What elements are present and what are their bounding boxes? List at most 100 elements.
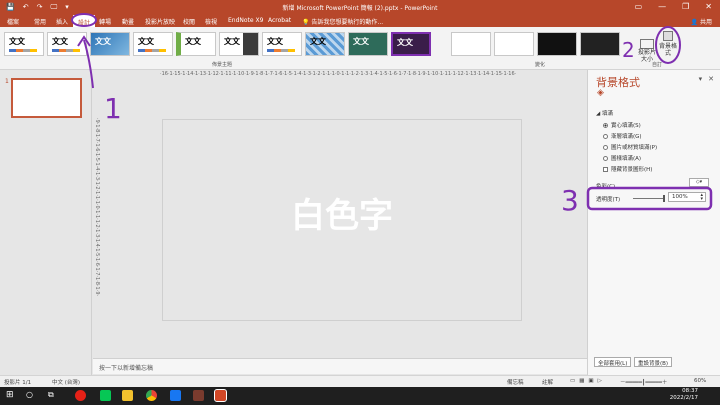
tab-design[interactable]: 設計 bbox=[73, 15, 96, 27]
transparency-value: 100% bbox=[672, 194, 688, 200]
variant-4[interactable] bbox=[580, 32, 620, 56]
option-picture-fill[interactable]: 圖片或材質填滿(P) bbox=[603, 143, 657, 151]
chrome-icon[interactable] bbox=[146, 390, 157, 401]
color-picker-button[interactable]: ◇▾ bbox=[689, 178, 709, 187]
format-background-icon bbox=[663, 31, 673, 41]
variants-group-caption: 變化 bbox=[535, 62, 546, 68]
theme-sample-text: 文文 bbox=[224, 37, 240, 46]
comments-toggle[interactable]: 註解 bbox=[542, 378, 553, 386]
radio-icon bbox=[603, 144, 608, 150]
system-clock[interactable]: 08:37 2022/2/17 bbox=[670, 388, 698, 402]
format-background-button[interactable]: 背景格式 bbox=[657, 31, 679, 57]
slide-size-button[interactable]: 投影片大小 bbox=[636, 39, 658, 63]
theme-office[interactable]: 文文 bbox=[4, 32, 44, 56]
design-ribbon: 文文 文文 文文 文文 文文 文文 文文 文文 文文 文文 佈景主題 變化 投影… bbox=[0, 27, 720, 70]
slider-thumb[interactable] bbox=[663, 195, 665, 202]
theme-5[interactable]: 文文 bbox=[176, 32, 216, 56]
tab-insert[interactable]: 插入 bbox=[56, 17, 68, 26]
tab-animations[interactable]: 動畫 bbox=[122, 17, 134, 26]
theme-4[interactable]: 文文 bbox=[133, 32, 173, 56]
theme-sample-text: 文文 bbox=[397, 38, 413, 47]
slide-canvas[interactable]: 白色字 bbox=[162, 119, 522, 321]
theme-7[interactable]: 文文 bbox=[262, 32, 302, 56]
annotation-number-2: 2 bbox=[622, 38, 635, 62]
checkbox-icon bbox=[603, 166, 608, 172]
ribbon-display-icon[interactable]: ▭ bbox=[635, 2, 643, 11]
file-explorer-icon[interactable] bbox=[122, 390, 133, 401]
option-hide-background-graphics[interactable]: 隱藏背景圖形(H) bbox=[603, 165, 652, 173]
fill-section[interactable]: ◢ 填滿 bbox=[596, 109, 613, 117]
view-buttons[interactable]: ▭▦▣▷ bbox=[570, 378, 606, 384]
theme-10[interactable]: 文文 bbox=[391, 32, 431, 56]
zoom-slider[interactable]: －━━━━━┃━━━━━＋ bbox=[620, 378, 667, 386]
option-solid-fill[interactable]: 實心填滿(S) bbox=[603, 121, 641, 129]
tab-review[interactable]: 校閱 bbox=[183, 17, 195, 26]
minimize-icon[interactable]: — bbox=[658, 2, 666, 11]
close-icon[interactable]: ✕ bbox=[705, 2, 712, 11]
option-label: 圖樣填滿(A) bbox=[611, 156, 642, 162]
notes-area[interactable]: 按一下以新增備忘稿 bbox=[93, 358, 587, 374]
variant-3[interactable] bbox=[537, 32, 577, 56]
share-button[interactable]: 👤 共用 bbox=[691, 17, 712, 26]
option-gradient-fill[interactable]: 漸層填滿(G) bbox=[603, 132, 642, 140]
apply-to-all-button[interactable]: 全部套用(L) bbox=[594, 357, 632, 367]
line-app-icon[interactable] bbox=[100, 390, 111, 401]
theme-6[interactable]: 文文 bbox=[219, 32, 259, 56]
tell-me-text: 告訴我您想要執行的動作... bbox=[311, 19, 384, 26]
task-view-icon[interactable]: ⧉ bbox=[48, 390, 59, 401]
theme-2[interactable]: 文文 bbox=[47, 32, 87, 56]
search-icon[interactable]: ○ bbox=[26, 390, 37, 401]
transparency-label: 透明度(T) bbox=[596, 197, 621, 203]
reset-background-button[interactable]: 重設背景(B) bbox=[634, 357, 673, 367]
color-label: 色彩(C) bbox=[596, 184, 616, 190]
powerpoint-icon[interactable] bbox=[214, 389, 227, 402]
slide-number: 1 bbox=[5, 78, 9, 85]
spinner-icon[interactable]: ▴ ▾ bbox=[700, 193, 703, 202]
variant-2[interactable] bbox=[494, 32, 534, 56]
theme-3[interactable]: 文文 bbox=[90, 32, 130, 56]
slide-text[interactable]: 白色字 bbox=[163, 188, 521, 237]
language-indicator[interactable]: 中文 (台灣) bbox=[52, 378, 80, 386]
transparency-slider[interactable] bbox=[633, 198, 665, 199]
restore-icon[interactable]: ❐ bbox=[682, 2, 689, 11]
youtube-icon[interactable] bbox=[75, 390, 86, 401]
tab-transitions[interactable]: 轉場 bbox=[99, 17, 111, 26]
tab-slideshow[interactable]: 投影片放映 bbox=[145, 17, 175, 26]
tab-endnote[interactable]: EndNote X9 bbox=[228, 17, 263, 24]
vertical-ruler: ·9·1·8·1·7·1·6·1·5·1·4·1·3·1·2·1·1·1·0·1… bbox=[94, 118, 100, 297]
variant-1[interactable] bbox=[451, 32, 491, 56]
option-label: 實心填滿(S) bbox=[611, 123, 641, 129]
paint-bucket-icon[interactable]: ◈ bbox=[597, 88, 604, 98]
fill-section-label: 填滿 bbox=[601, 111, 613, 117]
tab-view[interactable]: 檢視 bbox=[205, 17, 217, 26]
tab-home[interactable]: 常用 bbox=[34, 17, 46, 26]
option-pattern-fill[interactable]: 圖樣填滿(A) bbox=[603, 154, 641, 162]
annotation-number-1: 1 bbox=[104, 92, 122, 125]
close-icon[interactable]: ✕ bbox=[708, 75, 714, 83]
transparency-input[interactable]: 100% ▴ ▾ bbox=[668, 192, 706, 202]
option-label: 漸層填滿(G) bbox=[611, 134, 642, 140]
windows-start-icon[interactable]: ⊞ bbox=[6, 390, 17, 401]
theme-8[interactable]: 文文 bbox=[305, 32, 345, 56]
option-label: 隱藏背景圖形(H) bbox=[611, 167, 653, 173]
customize-group-caption: 自訂 bbox=[652, 62, 663, 68]
slide-info: 投影片 1/1 bbox=[4, 380, 32, 386]
themes-group-caption: 佈景主題 bbox=[212, 62, 233, 68]
pane-controls: ▾ ✕ bbox=[699, 75, 714, 83]
tell-me-search[interactable]: 💡 告訴我您想要執行的動作... bbox=[302, 17, 383, 26]
slide-thumbnail[interactable] bbox=[11, 78, 82, 118]
person-icon: 👤 bbox=[690, 19, 699, 26]
chevron-down-icon[interactable]: ▾ bbox=[699, 75, 703, 83]
theme-color-bar bbox=[138, 49, 166, 52]
document-title: 新增 Microsoft PowerPoint 簡報 (2).pptx - Po… bbox=[282, 5, 438, 12]
theme-9[interactable]: 文文 bbox=[348, 32, 388, 56]
zoom-level[interactable]: 60% bbox=[694, 378, 706, 384]
option-label: 圖片或材質填滿(P) bbox=[611, 145, 658, 151]
notes-toggle[interactable]: 備忘稿 bbox=[507, 378, 524, 386]
tab-acrobat[interactable]: Acrobat bbox=[268, 17, 291, 24]
app-icon[interactable] bbox=[193, 390, 204, 401]
app-icon[interactable] bbox=[170, 390, 181, 401]
lightbulb-icon: 💡 bbox=[302, 19, 310, 26]
annotation-number-3: 3 bbox=[561, 184, 579, 217]
tab-file[interactable]: 檔案 bbox=[7, 17, 19, 26]
